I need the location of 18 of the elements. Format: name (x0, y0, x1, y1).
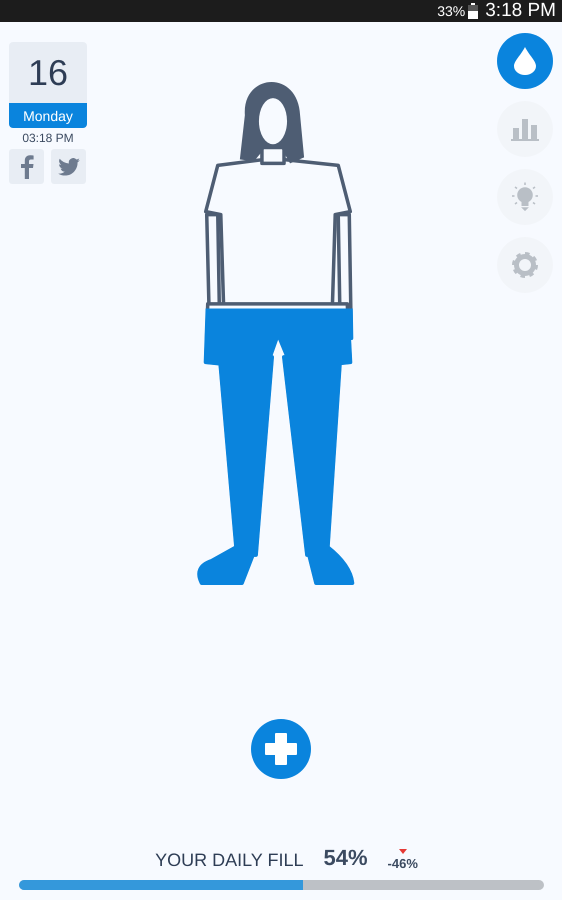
weekday-label: Monday (9, 103, 87, 128)
facebook-icon (20, 154, 34, 178)
plus-icon (264, 732, 298, 766)
battery-percent: 33% (437, 3, 466, 19)
bar-chart-icon (511, 117, 539, 141)
battery-icon (468, 3, 478, 19)
settings-icon (512, 252, 538, 278)
facebook-button[interactable] (9, 149, 44, 184)
day-number: 16 (26, 50, 70, 94)
change-value: -46% (388, 856, 418, 871)
bird-icon (58, 158, 80, 176)
time-label: 03:18 PM (22, 131, 74, 145)
light-bulb-icon (511, 182, 539, 212)
twitter-button[interactable] (51, 149, 86, 184)
daily-fill-value: 54% (323, 845, 368, 871)
water-drop-icon (514, 47, 536, 75)
status-time: 3:18 PM (485, 0, 556, 22)
daily-fill-label: YOUR DAILY FILL (155, 850, 304, 871)
